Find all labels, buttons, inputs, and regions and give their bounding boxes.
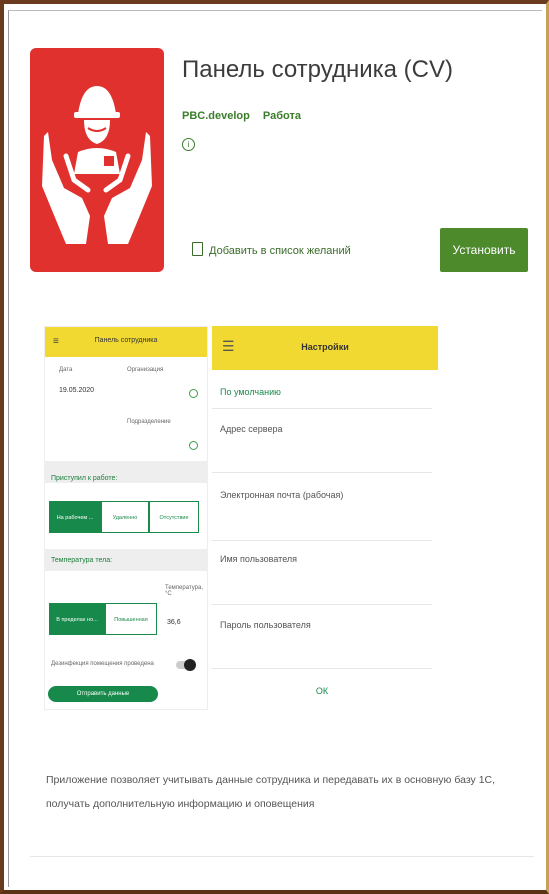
date-value: 19.05.2020 xyxy=(59,387,95,394)
arrival-label: Приступил к работе: xyxy=(51,475,118,482)
divider xyxy=(212,472,432,473)
arrival-option-absent[interactable]: Отсутствие xyxy=(149,501,199,533)
worker-hands-icon xyxy=(42,86,152,244)
dept-label: Подразделение xyxy=(127,419,171,425)
s1-title: Панель сотрудника xyxy=(94,337,158,344)
email-field[interactable]: Электронная почта (рабочая) xyxy=(220,490,343,500)
arrival-option-remote[interactable]: Удаленно xyxy=(101,501,149,533)
developer-link[interactable]: PBC.develop xyxy=(182,110,250,122)
divider xyxy=(30,856,534,857)
default-label[interactable]: По умолчанию xyxy=(220,387,281,397)
divider xyxy=(212,408,432,409)
wishlist-button[interactable]: Добавить в список желаний xyxy=(192,242,351,257)
ok-button[interactable]: ОК xyxy=(212,686,432,696)
divider xyxy=(212,668,432,669)
arrival-option-onsite[interactable]: На рабочем ... xyxy=(49,501,101,533)
date-label: Дата xyxy=(59,367,73,373)
app-icon xyxy=(30,48,164,272)
wishlist-label: Добавить в список желаний xyxy=(209,245,351,257)
disinfection-label: Дезинфекция помещения проведена xyxy=(51,661,154,667)
screenshot-settings[interactable] xyxy=(212,326,438,708)
temp-option-normal[interactable]: В пределах но... xyxy=(49,603,105,635)
temp-option-high[interactable]: Повышенная xyxy=(105,603,157,635)
dept-info-icon xyxy=(189,441,198,450)
send-data-button[interactable]: Отправить данные xyxy=(48,686,158,702)
screenshot-employee-panel[interactable]: ≡ Панель сотрудника Дата 19.05.2020 Орга… xyxy=(44,326,208,710)
username-field[interactable]: Имя пользователя xyxy=(220,554,297,564)
s2-title: Настройки xyxy=(301,342,349,352)
bookmark-icon xyxy=(192,242,203,256)
server-address-field[interactable]: Адрес сервера xyxy=(220,424,282,434)
disinfection-toggle[interactable] xyxy=(176,659,196,671)
temp-value-label: Температура, °C xyxy=(165,585,204,597)
temp-value[interactable]: 36,6 xyxy=(167,619,181,626)
app-description: Приложение позволяет учитывать данные со… xyxy=(46,774,496,810)
temp-label: Температура тела: xyxy=(51,557,113,564)
install-button[interactable]: Установить xyxy=(440,228,528,272)
org-label: Организация xyxy=(127,367,164,373)
password-field[interactable]: Пароль пользователя xyxy=(220,620,311,630)
info-icon[interactable]: i xyxy=(182,138,195,151)
category-link[interactable]: Работа xyxy=(263,110,301,122)
org-info-icon xyxy=(189,389,198,398)
divider xyxy=(212,604,432,605)
developer-row: PBC.develop Работа xyxy=(182,110,301,122)
app-title: Панель сотрудника (CV) xyxy=(182,56,453,83)
divider xyxy=(212,540,432,541)
